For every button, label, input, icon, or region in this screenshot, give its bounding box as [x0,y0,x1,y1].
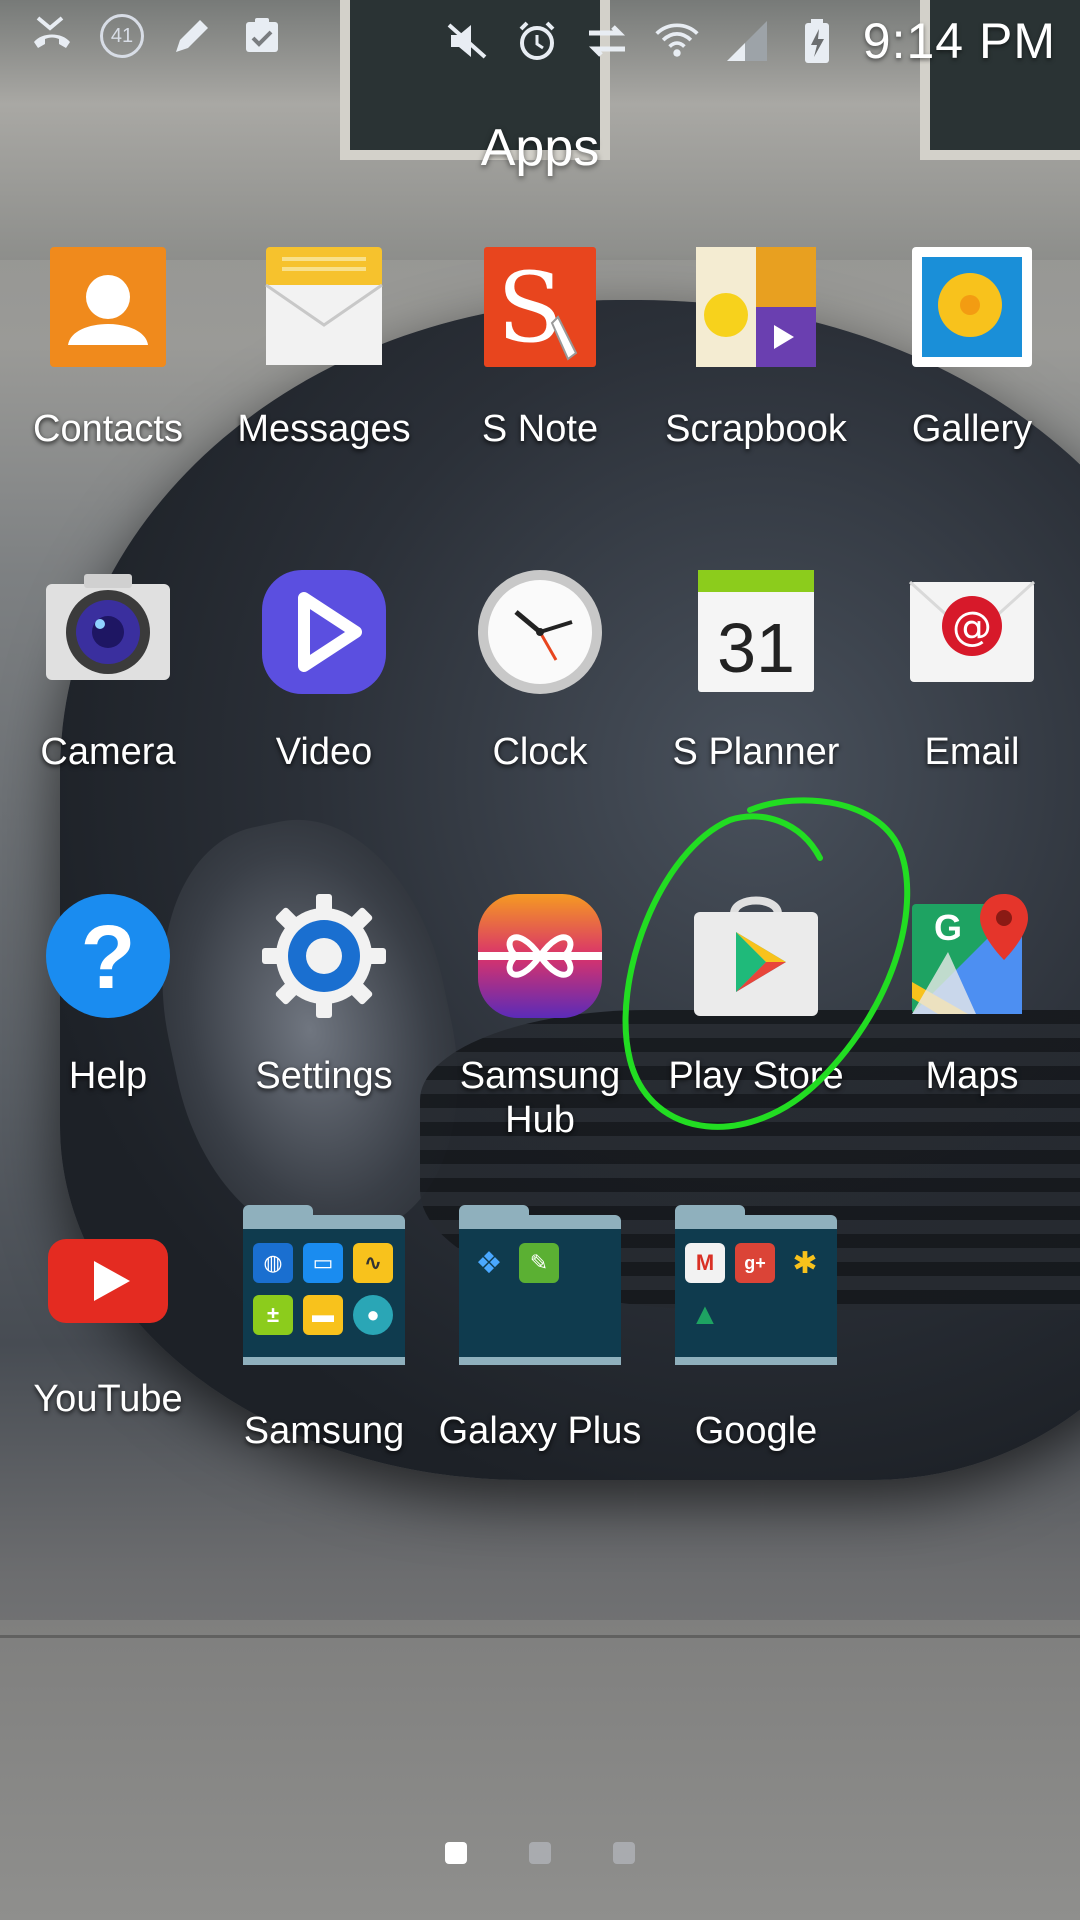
folder-icon: ◍ ▭ ∿ ± ▬ ● [243,1205,405,1375]
app-youtube[interactable]: YouTube [0,1215,216,1421]
settings-gear-icon [260,892,388,1020]
wifi-icon [653,17,701,65]
notification-count-icon: 41 [98,12,146,60]
battery-charging-icon [793,17,841,65]
app-label: Messages [237,408,411,450]
messages-icon [260,245,388,373]
my-files-folder-icon: ▬ [303,1295,343,1335]
page-title: Apps [480,119,600,177]
s-health-icon: ∿ [353,1243,393,1283]
contacts-icon [44,245,172,373]
calculator-icon: ± [253,1295,293,1335]
app-label: Contacts [33,408,183,450]
page-dot-1[interactable] [445,1842,467,1864]
drive-icon: ▲ [690,1298,720,1331]
help-icon: ? [44,892,172,1020]
samsung-hub-icon [476,892,604,1020]
app-label: Video [275,731,373,773]
gallery-icon [908,245,1036,373]
video-icon [260,568,388,696]
app-video[interactable]: Video [216,568,432,774]
app-label: YouTube [33,1378,183,1420]
app-camera[interactable]: Camera [0,568,216,774]
internet-globe-icon: ◍ [253,1243,293,1283]
app-label: Clock [492,731,588,773]
email-icon: @ [908,568,1036,696]
voice-recorder-icon: ● [353,1295,393,1335]
svg-text:@: @ [952,604,992,650]
s-planner-icon: 31 [692,568,820,696]
app-label: Camera [40,731,176,773]
app-clock[interactable]: Clock [432,568,648,774]
folder-label: Samsung [243,1410,405,1452]
signal-icon [723,17,771,65]
clipboard-check-icon [238,12,286,60]
app-email[interactable]: @ Email [864,568,1080,774]
annotation-circle [622,797,911,1130]
alarm-icon [513,17,561,65]
gmail-icon: M [685,1243,725,1283]
dropbox-icon: ❖ [475,1246,503,1280]
youtube-icon [44,1215,172,1343]
folder-galaxy-plus[interactable]: ❖ ✎ Galaxy Plus [432,1205,648,1453]
folder-google[interactable]: M g+ ✱ ▲ Google [648,1205,864,1453]
wallpaper-line [0,1635,1080,1638]
app-contacts[interactable]: Contacts [0,245,216,451]
app-label: Settings [255,1055,393,1097]
google-plus-icon: g+ [735,1243,775,1283]
page-dot-3[interactable] [613,1842,635,1864]
status-time: 9:14 PM [862,13,1056,69]
app-s-planner[interactable]: 31 S Planner [648,568,864,774]
app-label: Gallery [911,408,1033,450]
data-transfer-icon [583,17,631,65]
app-label: Email [924,731,1020,773]
page-dot-2[interactable] [529,1842,551,1864]
calendar-date: 31 [717,609,795,687]
wallpaper-ground [0,1620,1080,1920]
app-label: Scrapbook [665,408,847,450]
folder-icon: ❖ ✎ [459,1205,621,1375]
page-indicator[interactable] [0,1842,1080,1864]
app-settings[interactable]: Settings [216,892,432,1098]
folder-body [675,1205,837,1365]
tv-remote-icon: ▭ [303,1243,343,1283]
app-s-note[interactable]: S S Note [432,245,648,451]
edit-icon [168,12,216,60]
folder-body [459,1205,621,1365]
folder-samsung[interactable]: ◍ ▭ ∿ ± ▬ ● Samsung [216,1205,432,1453]
svg-text:G: G [934,907,962,948]
status-bar: 41 9:14 PM [0,0,1080,80]
app-label: S Note [481,408,599,450]
camera-icon [44,568,172,696]
evernote-icon: ✎ [519,1243,559,1283]
folder-body [243,1205,405,1365]
photos-pinwheel-icon: ✱ [792,1246,818,1280]
mute-icon [443,17,491,65]
app-help[interactable]: ? Help [0,892,216,1098]
svg-text:S: S [497,252,563,364]
app-scrapbook[interactable]: Scrapbook [648,245,864,451]
svg-text:?: ? [81,908,136,1008]
app-label: Help [68,1055,148,1097]
app-gallery[interactable]: Gallery [864,245,1080,451]
clock-icon [476,568,604,696]
app-messages[interactable]: Messages [216,245,432,451]
s-note-icon: S [476,245,604,373]
folder-icon: M g+ ✱ ▲ [675,1205,837,1375]
notification-count: 41 [100,14,144,58]
scrapbook-icon [692,245,820,373]
app-label: S Planner [672,731,840,773]
missed-call-icon [28,12,76,60]
folder-label: Galaxy Plus [438,1410,642,1452]
folder-label: Google [694,1410,818,1452]
